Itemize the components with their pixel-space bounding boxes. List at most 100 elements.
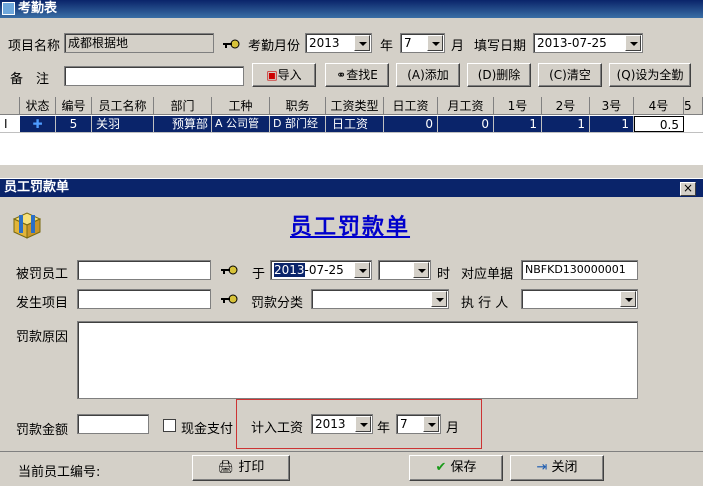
row-salary-type[interactable]: 日工资 bbox=[326, 116, 384, 132]
date-year-highlight: 2013 bbox=[274, 263, 305, 277]
hour-label: 时 bbox=[437, 267, 451, 282]
import-label: 导入 bbox=[277, 68, 302, 82]
remark-label: 备 注 bbox=[10, 72, 50, 87]
col-day-5[interactable]: 5 bbox=[684, 97, 703, 115]
table-row[interactable]: I ✚ 5 关羽 预算部 A 公司管 D 部门经 日工资 0 0 1 1 1 0… bbox=[0, 116, 703, 133]
salary-month-select[interactable]: 7 bbox=[396, 414, 441, 434]
save-button[interactable]: ✔ 保存 bbox=[409, 455, 503, 481]
item-input[interactable] bbox=[77, 289, 211, 309]
month-select-value: 7 bbox=[404, 36, 412, 50]
chevron-down-icon[interactable] bbox=[355, 416, 371, 432]
row-id[interactable]: 5 bbox=[56, 116, 92, 132]
col-name[interactable]: 员工名称 bbox=[92, 97, 154, 115]
col-day-3[interactable]: 3号 bbox=[590, 97, 634, 115]
key-icon[interactable] bbox=[220, 293, 238, 305]
chevron-down-icon[interactable] bbox=[354, 262, 370, 278]
binoculars-icon: ⚭ bbox=[336, 68, 347, 82]
key-icon[interactable] bbox=[222, 38, 240, 50]
search-button[interactable]: ⚭查找E bbox=[325, 63, 389, 87]
col-day-4[interactable]: 4号 bbox=[634, 97, 684, 115]
salary-month-value: 7 bbox=[400, 417, 408, 431]
current-employee-label: 当前员工编号: bbox=[18, 465, 101, 480]
row-position[interactable]: D 部门经 bbox=[270, 116, 326, 132]
col-salary-type[interactable]: 工资类型 bbox=[326, 97, 384, 115]
row-name[interactable]: 关羽 bbox=[92, 116, 154, 132]
row-daily-wage[interactable]: 0 bbox=[384, 116, 438, 132]
close-icon[interactable]: × bbox=[680, 182, 696, 196]
row-status[interactable]: ✚ bbox=[20, 116, 56, 132]
chevron-down-icon[interactable] bbox=[354, 35, 370, 51]
save-label: 保存 bbox=[450, 460, 477, 475]
col-daily-wage[interactable]: 日工资 bbox=[384, 97, 438, 115]
chevron-down-icon[interactable] bbox=[413, 262, 429, 278]
hour-select[interactable] bbox=[378, 260, 431, 280]
row-indicator: I bbox=[4, 117, 8, 131]
print-button[interactable]: 🖨 打印 bbox=[192, 455, 290, 481]
col-dept[interactable]: 部门 bbox=[154, 97, 212, 115]
employee-input[interactable] bbox=[77, 260, 211, 280]
top-window-titlebar: 考勤表 bbox=[0, 0, 703, 18]
fill-date-select[interactable]: 2013-07-25 bbox=[533, 33, 643, 53]
fill-date-value: 2013-07-25 bbox=[537, 36, 607, 50]
reason-textarea[interactable] bbox=[77, 321, 638, 399]
import-button[interactable]: ▣导入 bbox=[252, 63, 316, 87]
row-job[interactable]: A 公司管 bbox=[212, 116, 270, 132]
col-day-1[interactable]: 1号 bbox=[494, 97, 542, 115]
attendance-grid[interactable]: 状态 编号 员工名称 部门 工种 职务 工资类型 日工资 月工资 1号 2号 3… bbox=[0, 97, 703, 165]
gift-box-icon bbox=[12, 212, 42, 239]
doc-no-field[interactable]: NBFKD130000001 bbox=[521, 260, 638, 280]
dialog-titlebar: 员工罚款单 bbox=[0, 179, 703, 197]
chevron-down-icon[interactable] bbox=[620, 291, 636, 307]
project-field[interactable]: 成都根据地 bbox=[64, 33, 214, 53]
set-full-attendance-label: (Q)设为全勤 bbox=[616, 68, 684, 82]
chevron-down-icon[interactable] bbox=[431, 291, 447, 307]
doc-no-label: 对应单据 bbox=[461, 267, 514, 282]
salary-label: 计入工资 bbox=[251, 421, 304, 436]
fill-date-label: 填写日期 bbox=[474, 39, 527, 54]
row-day-1[interactable]: 1 bbox=[494, 116, 542, 132]
reason-label: 罚款原因 bbox=[16, 330, 69, 345]
col-job[interactable]: 工种 bbox=[212, 97, 270, 115]
category-label: 罚款分类 bbox=[251, 296, 304, 311]
grid-header-corner bbox=[0, 97, 20, 115]
set-full-attendance-button[interactable]: (Q)设为全勤 bbox=[609, 63, 691, 87]
row-day-3[interactable]: 1 bbox=[590, 116, 634, 132]
col-position[interactable]: 职务 bbox=[270, 97, 326, 115]
row-monthly-wage[interactable]: 0 bbox=[438, 116, 494, 132]
printer-icon: 🖨 bbox=[217, 460, 235, 475]
year-select-value: 2013 bbox=[309, 36, 340, 50]
col-day-2[interactable]: 2号 bbox=[542, 97, 590, 115]
category-select[interactable] bbox=[311, 289, 449, 309]
clear-button[interactable]: (C)清空 bbox=[538, 63, 602, 87]
executor-select[interactable] bbox=[521, 289, 638, 309]
row-day-4[interactable]: 0.5 bbox=[634, 116, 684, 132]
row-day-2[interactable]: 1 bbox=[542, 116, 590, 132]
close-button[interactable]: ⇥ 关闭 bbox=[510, 455, 604, 481]
cash-checkbox[interactable] bbox=[163, 419, 176, 432]
chevron-down-icon[interactable] bbox=[625, 35, 641, 51]
month-unit: 月 bbox=[451, 39, 465, 54]
chevron-down-icon[interactable] bbox=[423, 416, 439, 432]
delete-label: (D)删除 bbox=[477, 68, 521, 82]
amount-label: 罚款金额 bbox=[16, 423, 69, 438]
col-id[interactable]: 编号 bbox=[56, 97, 92, 115]
key-icon[interactable] bbox=[220, 264, 238, 276]
amount-input[interactable] bbox=[77, 414, 149, 434]
search-label: 查找E bbox=[346, 68, 378, 82]
delete-button[interactable]: (D)删除 bbox=[467, 63, 531, 87]
exit-door-icon: ⇥ bbox=[536, 460, 548, 475]
chevron-down-icon[interactable] bbox=[427, 35, 443, 51]
month-select[interactable]: 7 bbox=[400, 33, 445, 53]
dialog-heading: 员工罚款单 bbox=[290, 215, 411, 240]
app-icon bbox=[2, 2, 15, 15]
import-icon: ▣ bbox=[266, 68, 278, 82]
col-status[interactable]: 状态 bbox=[20, 97, 56, 115]
penalty-date-select[interactable]: 2013-07-25 bbox=[270, 260, 372, 280]
row-dept[interactable]: 预算部 bbox=[154, 116, 212, 132]
remark-input[interactable] bbox=[64, 66, 244, 86]
salary-year-select[interactable]: 2013 bbox=[311, 414, 373, 434]
year-select[interactable]: 2013 bbox=[305, 33, 372, 53]
add-button[interactable]: (A)添加 bbox=[396, 63, 460, 87]
col-monthly-wage[interactable]: 月工资 bbox=[438, 97, 494, 115]
employee-label: 被罚员工 bbox=[16, 267, 69, 282]
